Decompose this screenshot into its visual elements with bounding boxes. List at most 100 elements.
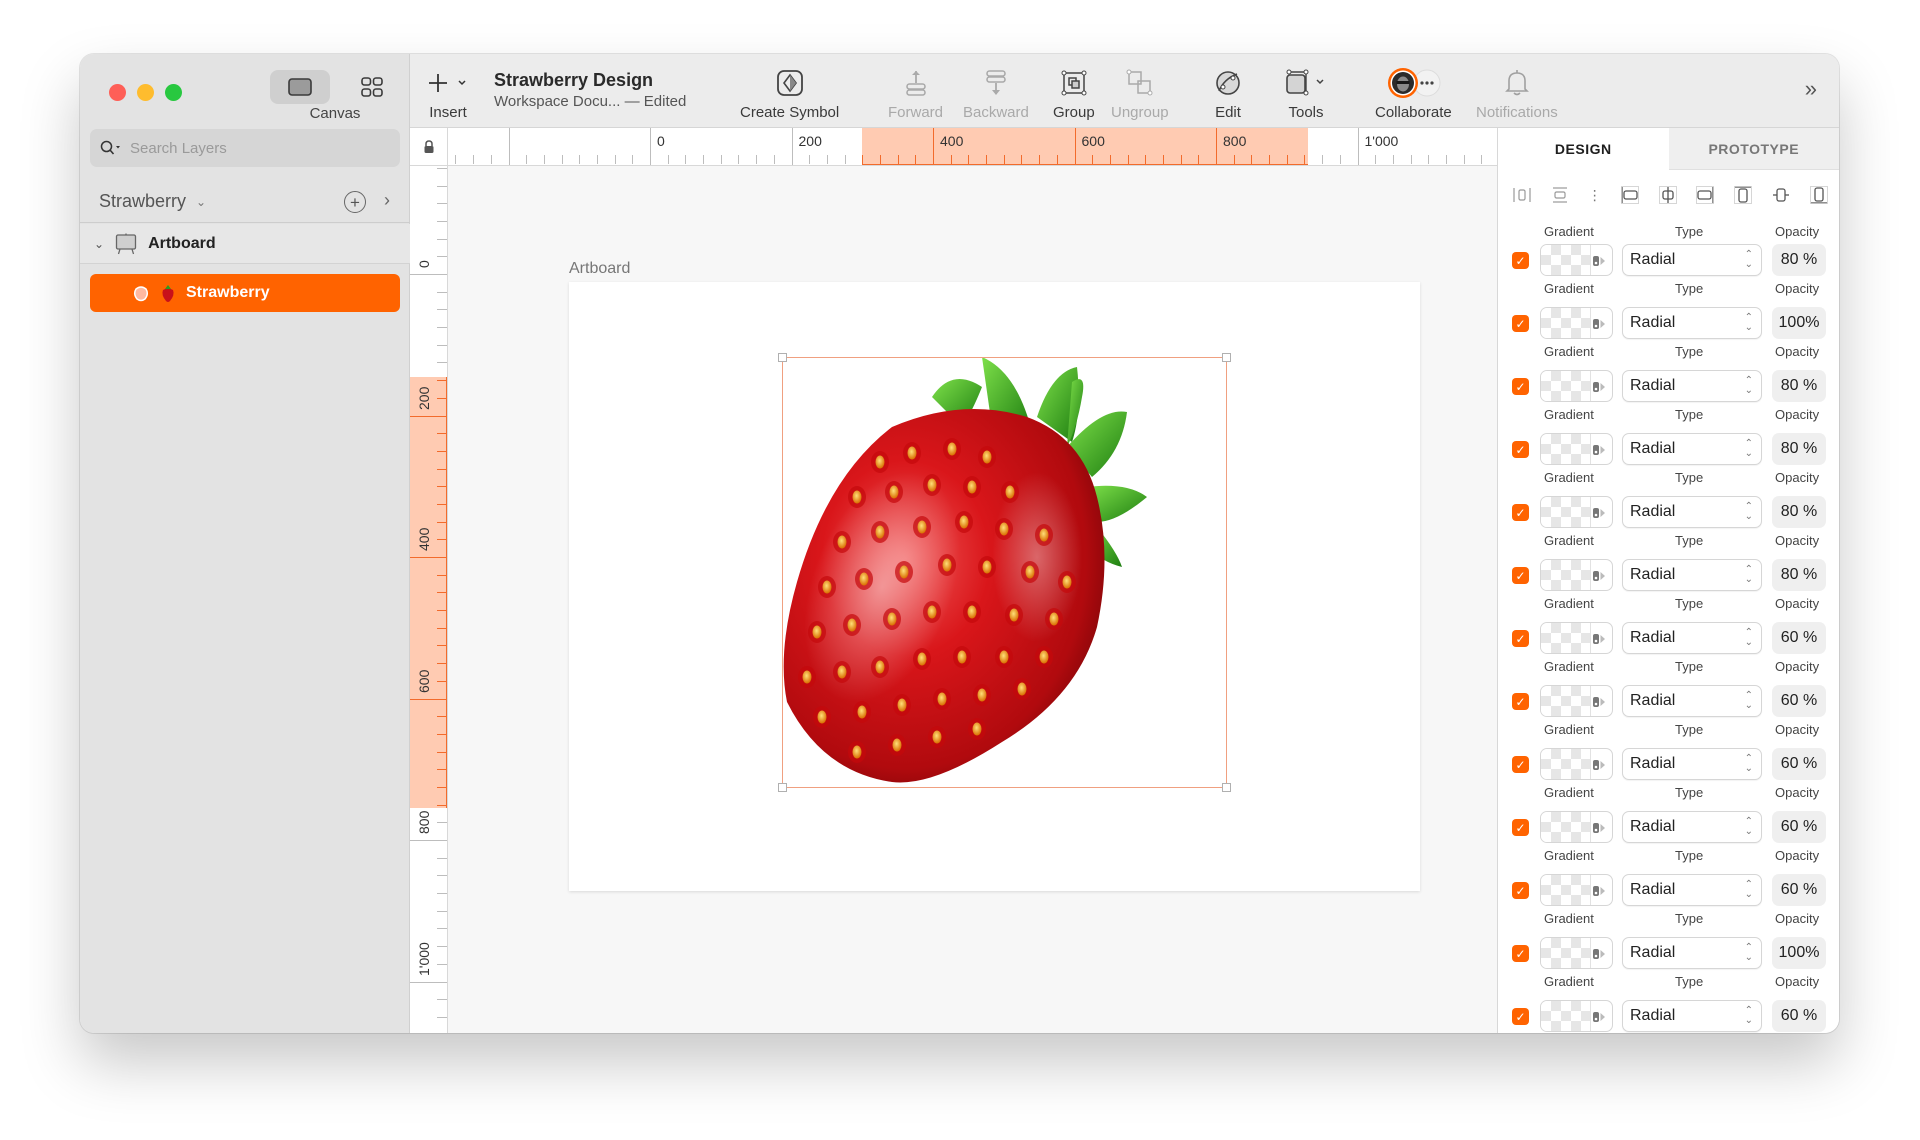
ungroup-button[interactable]: Ungroup xyxy=(1111,68,1169,121)
gradient-editor-icon[interactable] xyxy=(1592,569,1606,583)
opacity-input[interactable]: 60 % xyxy=(1772,874,1826,906)
align-center-vertical-icon[interactable] xyxy=(1771,185,1791,205)
fill-enabled-checkbox[interactable]: ✓ xyxy=(1512,630,1529,647)
selection-bounding-box[interactable] xyxy=(778,353,1231,792)
align-right-icon[interactable] xyxy=(1695,185,1715,205)
fill-enabled-checkbox[interactable]: ✓ xyxy=(1512,756,1529,773)
gradient-color-well[interactable] xyxy=(1540,433,1613,465)
fill-enabled-checkbox[interactable]: ✓ xyxy=(1512,504,1529,521)
gradient-type-select[interactable]: Radial ⌃ ⌄ xyxy=(1622,307,1762,339)
gradient-type-select[interactable]: Radial ⌃ ⌄ xyxy=(1622,1000,1762,1032)
gradient-type-select[interactable]: Radial ⌃ ⌄ xyxy=(1622,244,1762,276)
fill-enabled-checkbox[interactable]: ✓ xyxy=(1512,378,1529,395)
gradient-type-select[interactable]: Radial ⌃ ⌄ xyxy=(1622,622,1762,654)
gradient-color-well[interactable] xyxy=(1540,1000,1613,1032)
gradient-editor-icon[interactable] xyxy=(1592,632,1606,646)
align-bottom-icon[interactable] xyxy=(1809,185,1829,205)
disclosure-chevron-icon[interactable]: ⌄ xyxy=(94,237,104,251)
gradient-color-well[interactable] xyxy=(1540,244,1613,276)
tools-button[interactable]: Tools xyxy=(1284,68,1328,121)
align-left-icon[interactable] xyxy=(1620,185,1640,205)
zoom-window-button[interactable] xyxy=(165,84,182,101)
collaborate-button[interactable]: Collaborate xyxy=(1375,68,1452,121)
backward-button[interactable]: Backward xyxy=(963,68,1029,121)
gradient-type-select[interactable]: Radial ⌃ ⌄ xyxy=(1622,937,1762,969)
group-button[interactable]: Group xyxy=(1053,68,1095,121)
gradient-color-well[interactable] xyxy=(1540,874,1613,906)
opacity-input[interactable]: 60 % xyxy=(1772,622,1826,654)
add-page-button[interactable]: + xyxy=(344,191,366,213)
artboard-title[interactable]: Artboard xyxy=(569,260,630,278)
artboard[interactable] xyxy=(569,282,1420,891)
tab-design[interactable]: DESIGN xyxy=(1498,128,1669,170)
chevron-right-icon[interactable]: › xyxy=(384,190,390,211)
gradient-editor-icon[interactable] xyxy=(1592,254,1606,268)
grid-view-button[interactable] xyxy=(342,70,402,104)
fill-enabled-checkbox[interactable]: ✓ xyxy=(1512,945,1529,962)
distribute-horizontal-icon[interactable] xyxy=(1512,185,1532,205)
forward-button[interactable]: Forward xyxy=(888,68,943,121)
fill-enabled-checkbox[interactable]: ✓ xyxy=(1512,567,1529,584)
opacity-input[interactable]: 100% xyxy=(1772,307,1826,339)
gradient-color-well[interactable] xyxy=(1540,685,1613,717)
gradient-type-select[interactable]: Radial ⌃ ⌄ xyxy=(1622,559,1762,591)
gradient-type-select[interactable]: Radial ⌃ ⌄ xyxy=(1622,811,1762,843)
opacity-input[interactable]: 60 % xyxy=(1772,685,1826,717)
layer-row-strawberry[interactable]: Strawberry xyxy=(90,274,400,312)
canvas-view-button[interactable] xyxy=(270,70,330,104)
opacity-input[interactable]: 80 % xyxy=(1772,433,1826,465)
gradient-color-well[interactable] xyxy=(1540,748,1613,780)
distribute-vertical-icon[interactable] xyxy=(1550,185,1570,205)
fill-enabled-checkbox[interactable]: ✓ xyxy=(1512,441,1529,458)
opacity-input[interactable]: 80 % xyxy=(1772,370,1826,402)
page-selector[interactable]: Strawberry ⌄ + › xyxy=(80,181,410,223)
gradient-color-well[interactable] xyxy=(1540,307,1613,339)
fill-enabled-checkbox[interactable]: ✓ xyxy=(1512,252,1529,269)
gradient-editor-icon[interactable] xyxy=(1592,1010,1606,1024)
opacity-input[interactable]: 60 % xyxy=(1772,748,1826,780)
gradient-type-select[interactable]: Radial ⌃ ⌄ xyxy=(1622,496,1762,528)
fill-enabled-checkbox[interactable]: ✓ xyxy=(1512,693,1529,710)
gradient-editor-icon[interactable] xyxy=(1592,317,1606,331)
gradient-editor-icon[interactable] xyxy=(1592,821,1606,835)
gradient-type-select[interactable]: Radial ⌃ ⌄ xyxy=(1622,370,1762,402)
tab-prototype[interactable]: PROTOTYPE xyxy=(1668,128,1839,170)
align-top-icon[interactable] xyxy=(1733,185,1753,205)
horizontal-ruler[interactable]: 02004006008001'0001'200 xyxy=(448,128,1497,166)
fill-enabled-checkbox[interactable]: ✓ xyxy=(1512,315,1529,332)
gradient-editor-icon[interactable] xyxy=(1592,443,1606,457)
resize-handle-bottom-right[interactable] xyxy=(1222,783,1231,792)
gradient-editor-icon[interactable] xyxy=(1592,884,1606,898)
gradient-color-well[interactable] xyxy=(1540,370,1613,402)
opacity-input[interactable]: 60 % xyxy=(1772,811,1826,843)
search-layers-input[interactable] xyxy=(130,139,380,157)
fill-enabled-checkbox[interactable]: ✓ xyxy=(1512,882,1529,899)
gradient-type-select[interactable]: Radial ⌃ ⌄ xyxy=(1622,748,1762,780)
ruler-lock-button[interactable] xyxy=(410,128,448,166)
insert-button[interactable]: Insert xyxy=(428,68,468,121)
gradient-color-well[interactable] xyxy=(1540,559,1613,591)
toolbar-overflow-chevron-icon[interactable]: » xyxy=(1805,76,1817,102)
opacity-input[interactable]: 80 % xyxy=(1772,496,1826,528)
gradient-type-select[interactable]: Radial ⌃ ⌄ xyxy=(1622,874,1762,906)
resize-handle-bottom-left[interactable] xyxy=(778,783,787,792)
notifications-button[interactable]: Notifications xyxy=(1476,68,1558,121)
gradient-editor-icon[interactable] xyxy=(1592,758,1606,772)
more-options-icon[interactable]: ⋮ xyxy=(1588,188,1602,202)
gradient-color-well[interactable] xyxy=(1540,496,1613,528)
gradient-editor-icon[interactable] xyxy=(1592,380,1606,394)
layer-row-artboard[interactable]: ⌄ Artboard xyxy=(80,224,410,264)
minimize-window-button[interactable] xyxy=(137,84,154,101)
vertical-ruler[interactable]: 0 200 400 600 800 1'000 xyxy=(410,166,448,1033)
align-center-horizontal-icon[interactable] xyxy=(1658,185,1678,205)
fill-enabled-checkbox[interactable]: ✓ xyxy=(1512,819,1529,836)
gradient-editor-icon[interactable] xyxy=(1592,506,1606,520)
create-symbol-button[interactable]: Create Symbol xyxy=(740,68,839,121)
fill-enabled-checkbox[interactable]: ✓ xyxy=(1512,1008,1529,1025)
canvas[interactable]: Artboard xyxy=(448,166,1497,1033)
opacity-input[interactable]: 80 % xyxy=(1772,559,1826,591)
gradient-type-select[interactable]: Radial ⌃ ⌄ xyxy=(1622,433,1762,465)
gradient-color-well[interactable] xyxy=(1540,937,1613,969)
opacity-input[interactable]: 60 % xyxy=(1772,1000,1826,1032)
gradient-editor-icon[interactable] xyxy=(1592,947,1606,961)
